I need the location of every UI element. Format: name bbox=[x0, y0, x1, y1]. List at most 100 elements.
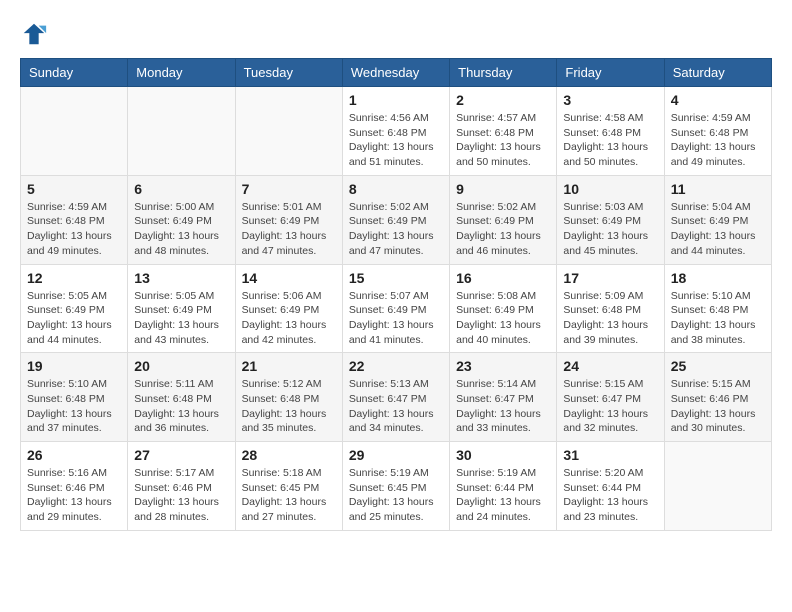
calendar-cell bbox=[128, 87, 235, 176]
calendar-cell: 19 Sunrise: 5:10 AM Sunset: 6:48 PM Dayli… bbox=[21, 353, 128, 442]
day-info: Sunrise: 5:08 AM Sunset: 6:49 PM Dayligh… bbox=[456, 289, 550, 348]
day-number: 26 bbox=[27, 447, 121, 463]
day-header-monday: Monday bbox=[128, 59, 235, 87]
day-info: Sunrise: 5:02 AM Sunset: 6:49 PM Dayligh… bbox=[456, 200, 550, 259]
calendar-cell: 2 Sunrise: 4:57 AM Sunset: 6:48 PM Daylig… bbox=[450, 87, 557, 176]
day-info: Sunrise: 5:12 AM Sunset: 6:48 PM Dayligh… bbox=[242, 377, 336, 436]
calendar-cell: 13 Sunrise: 5:05 AM Sunset: 6:49 PM Dayli… bbox=[128, 264, 235, 353]
day-info: Sunrise: 5:09 AM Sunset: 6:48 PM Dayligh… bbox=[563, 289, 657, 348]
week-row-3: 12Sunrise: 5:05 AM Sunset: 6:49 PM Dayli… bbox=[21, 264, 772, 353]
calendar-table: SundayMondayTuesdayWednesdayThursdayFrid… bbox=[20, 58, 772, 531]
calendar-cell: 16Sunrise: 5:08 AM Sunset: 6:49 PM Dayli… bbox=[450, 264, 557, 353]
day-info: Sunrise: 5:02 AM Sunset: 6:49 PM Dayligh… bbox=[349, 200, 443, 259]
calendar-cell: 25 Sunrise: 5:15 AM Sunset: 6:46 PM Dayli… bbox=[664, 353, 771, 442]
calendar-header-row: SundayMondayTuesdayWednesdayThursdayFrid… bbox=[21, 59, 772, 87]
day-info: Sunrise: 4:59 AM Sunset: 6:48 PM Dayligh… bbox=[27, 200, 121, 259]
calendar-cell: 9 Sunrise: 5:02 AM Sunset: 6:49 PM Daylig… bbox=[450, 175, 557, 264]
day-number: 30 bbox=[456, 447, 550, 463]
calendar-cell: 1Sunrise: 4:56 AM Sunset: 6:48 PM Daylig… bbox=[342, 87, 449, 176]
day-info: Sunrise: 5:05 AM Sunset: 6:49 PM Dayligh… bbox=[27, 289, 121, 348]
week-row-4: 19 Sunrise: 5:10 AM Sunset: 6:48 PM Dayli… bbox=[21, 353, 772, 442]
calendar-cell: 29 Sunrise: 5:19 AM Sunset: 6:45 PM Dayli… bbox=[342, 442, 449, 531]
day-number: 15 bbox=[349, 270, 443, 286]
day-number: 24 bbox=[563, 358, 657, 374]
day-info: Sunrise: 4:58 AM Sunset: 6:48 PM Dayligh… bbox=[563, 111, 657, 170]
day-info: Sunrise: 5:18 AM Sunset: 6:45 PM Dayligh… bbox=[242, 466, 336, 525]
day-info: Sunrise: 5:00 AM Sunset: 6:49 PM Dayligh… bbox=[134, 200, 228, 259]
day-number: 29 bbox=[349, 447, 443, 463]
calendar-cell: 27 Sunrise: 5:17 AM Sunset: 6:46 PM Dayli… bbox=[128, 442, 235, 531]
day-number: 25 bbox=[671, 358, 765, 374]
day-number: 7 bbox=[242, 181, 336, 197]
calendar-cell bbox=[21, 87, 128, 176]
day-number: 11 bbox=[671, 181, 765, 197]
day-number: 3 bbox=[563, 92, 657, 108]
day-info: Sunrise: 4:59 AM Sunset: 6:48 PM Dayligh… bbox=[671, 111, 765, 170]
day-number: 4 bbox=[671, 92, 765, 108]
calendar-cell: 3 Sunrise: 4:58 AM Sunset: 6:48 PM Daylig… bbox=[557, 87, 664, 176]
day-number: 5 bbox=[27, 181, 121, 197]
day-info: Sunrise: 5:14 AM Sunset: 6:47 PM Dayligh… bbox=[456, 377, 550, 436]
day-number: 23 bbox=[456, 358, 550, 374]
calendar-cell: 10 Sunrise: 5:03 AM Sunset: 6:49 PM Dayli… bbox=[557, 175, 664, 264]
day-info: Sunrise: 4:57 AM Sunset: 6:48 PM Dayligh… bbox=[456, 111, 550, 170]
day-info: Sunrise: 5:17 AM Sunset: 6:46 PM Dayligh… bbox=[134, 466, 228, 525]
day-info: Sunrise: 5:01 AM Sunset: 6:49 PM Dayligh… bbox=[242, 200, 336, 259]
calendar-cell: 23 Sunrise: 5:14 AM Sunset: 6:47 PM Dayli… bbox=[450, 353, 557, 442]
day-info: Sunrise: 5:06 AM Sunset: 6:49 PM Dayligh… bbox=[242, 289, 336, 348]
day-number: 20 bbox=[134, 358, 228, 374]
day-header-sunday: Sunday bbox=[21, 59, 128, 87]
calendar-cell: 17 Sunrise: 5:09 AM Sunset: 6:48 PM Dayli… bbox=[557, 264, 664, 353]
page-header bbox=[20, 20, 772, 48]
day-header-wednesday: Wednesday bbox=[342, 59, 449, 87]
day-info: Sunrise: 5:16 AM Sunset: 6:46 PM Dayligh… bbox=[27, 466, 121, 525]
day-info: Sunrise: 5:10 AM Sunset: 6:48 PM Dayligh… bbox=[671, 289, 765, 348]
day-header-tuesday: Tuesday bbox=[235, 59, 342, 87]
calendar-cell: 31 Sunrise: 5:20 AM Sunset: 6:44 PM Dayli… bbox=[557, 442, 664, 531]
day-number: 13 bbox=[134, 270, 228, 286]
day-number: 21 bbox=[242, 358, 336, 374]
day-number: 10 bbox=[563, 181, 657, 197]
day-number: 27 bbox=[134, 447, 228, 463]
day-number: 28 bbox=[242, 447, 336, 463]
day-info: Sunrise: 5:15 AM Sunset: 6:46 PM Dayligh… bbox=[671, 377, 765, 436]
calendar-cell: 20Sunrise: 5:11 AM Sunset: 6:48 PM Dayli… bbox=[128, 353, 235, 442]
day-number: 9 bbox=[456, 181, 550, 197]
day-header-friday: Friday bbox=[557, 59, 664, 87]
calendar-body: 1Sunrise: 4:56 AM Sunset: 6:48 PM Daylig… bbox=[21, 87, 772, 531]
day-number: 18 bbox=[671, 270, 765, 286]
calendar-cell: 30 Sunrise: 5:19 AM Sunset: 6:44 PM Dayli… bbox=[450, 442, 557, 531]
calendar-cell: 21 Sunrise: 5:12 AM Sunset: 6:48 PM Dayli… bbox=[235, 353, 342, 442]
day-info: Sunrise: 5:15 AM Sunset: 6:47 PM Dayligh… bbox=[563, 377, 657, 436]
day-info: Sunrise: 5:05 AM Sunset: 6:49 PM Dayligh… bbox=[134, 289, 228, 348]
day-header-thursday: Thursday bbox=[450, 59, 557, 87]
calendar-cell: 6 Sunrise: 5:00 AM Sunset: 6:49 PM Daylig… bbox=[128, 175, 235, 264]
calendar-cell: 8 Sunrise: 5:02 AM Sunset: 6:49 PM Daylig… bbox=[342, 175, 449, 264]
day-info: Sunrise: 5:19 AM Sunset: 6:45 PM Dayligh… bbox=[349, 466, 443, 525]
day-number: 14 bbox=[242, 270, 336, 286]
day-number: 17 bbox=[563, 270, 657, 286]
calendar-cell: 26 Sunrise: 5:16 AM Sunset: 6:46 PM Dayli… bbox=[21, 442, 128, 531]
day-number: 2 bbox=[456, 92, 550, 108]
day-number: 8 bbox=[349, 181, 443, 197]
day-info: Sunrise: 5:19 AM Sunset: 6:44 PM Dayligh… bbox=[456, 466, 550, 525]
calendar-cell: 14 Sunrise: 5:06 AM Sunset: 6:49 PM Dayli… bbox=[235, 264, 342, 353]
calendar-cell bbox=[664, 442, 771, 531]
week-row-2: 5 Sunrise: 4:59 AM Sunset: 6:48 PM Daylig… bbox=[21, 175, 772, 264]
day-info: Sunrise: 5:03 AM Sunset: 6:49 PM Dayligh… bbox=[563, 200, 657, 259]
calendar-cell: 18 Sunrise: 5:10 AM Sunset: 6:48 PM Dayli… bbox=[664, 264, 771, 353]
calendar-cell: 11 Sunrise: 5:04 AM Sunset: 6:49 PM Dayli… bbox=[664, 175, 771, 264]
day-number: 31 bbox=[563, 447, 657, 463]
day-info: Sunrise: 5:13 AM Sunset: 6:47 PM Dayligh… bbox=[349, 377, 443, 436]
logo-icon bbox=[20, 20, 48, 48]
calendar-cell: 22Sunrise: 5:13 AM Sunset: 6:47 PM Dayli… bbox=[342, 353, 449, 442]
day-info: Sunrise: 5:10 AM Sunset: 6:48 PM Dayligh… bbox=[27, 377, 121, 436]
logo bbox=[20, 20, 52, 48]
day-info: Sunrise: 5:04 AM Sunset: 6:49 PM Dayligh… bbox=[671, 200, 765, 259]
day-info: Sunrise: 5:07 AM Sunset: 6:49 PM Dayligh… bbox=[349, 289, 443, 348]
day-number: 19 bbox=[27, 358, 121, 374]
day-number: 6 bbox=[134, 181, 228, 197]
day-info: Sunrise: 5:20 AM Sunset: 6:44 PM Dayligh… bbox=[563, 466, 657, 525]
day-info: Sunrise: 4:56 AM Sunset: 6:48 PM Dayligh… bbox=[349, 111, 443, 170]
week-row-5: 26 Sunrise: 5:16 AM Sunset: 6:46 PM Dayli… bbox=[21, 442, 772, 531]
